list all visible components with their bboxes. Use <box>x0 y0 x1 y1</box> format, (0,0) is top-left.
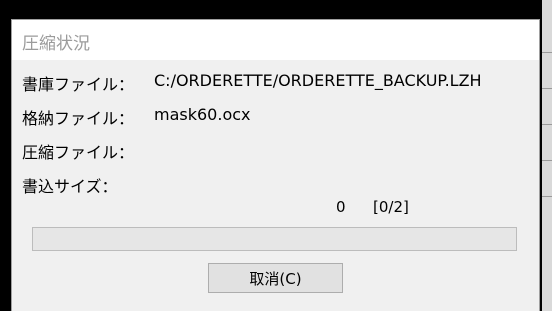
background-window-edge <box>542 0 552 311</box>
progress-bar <box>32 227 517 251</box>
cancel-button[interactable]: 取消(C) <box>208 263 343 293</box>
file-count: [0/2] <box>373 198 409 216</box>
title-bar: 圧縮状況 <box>12 20 539 60</box>
write-size-value: 0 <box>336 198 346 216</box>
archive-file-label: 書庫ファイル： <box>22 75 135 94</box>
stored-file-value: mask60.ocx <box>154 105 251 124</box>
compressed-file-label: 圧縮ファイル： <box>22 143 135 162</box>
stored-file-label: 格納ファイル： <box>22 109 135 128</box>
archive-file-value: C:/ORDERETTE/ORDERETTE_BACKUP.LZH <box>154 71 482 90</box>
dialog-title: 圧縮状況 <box>22 34 90 54</box>
compression-status-dialog: 圧縮状況 書庫ファイル： C:/ORDERETTE/ORDERETTE_BACK… <box>11 19 540 311</box>
write-size-label: 書込サイズ： <box>22 177 118 196</box>
